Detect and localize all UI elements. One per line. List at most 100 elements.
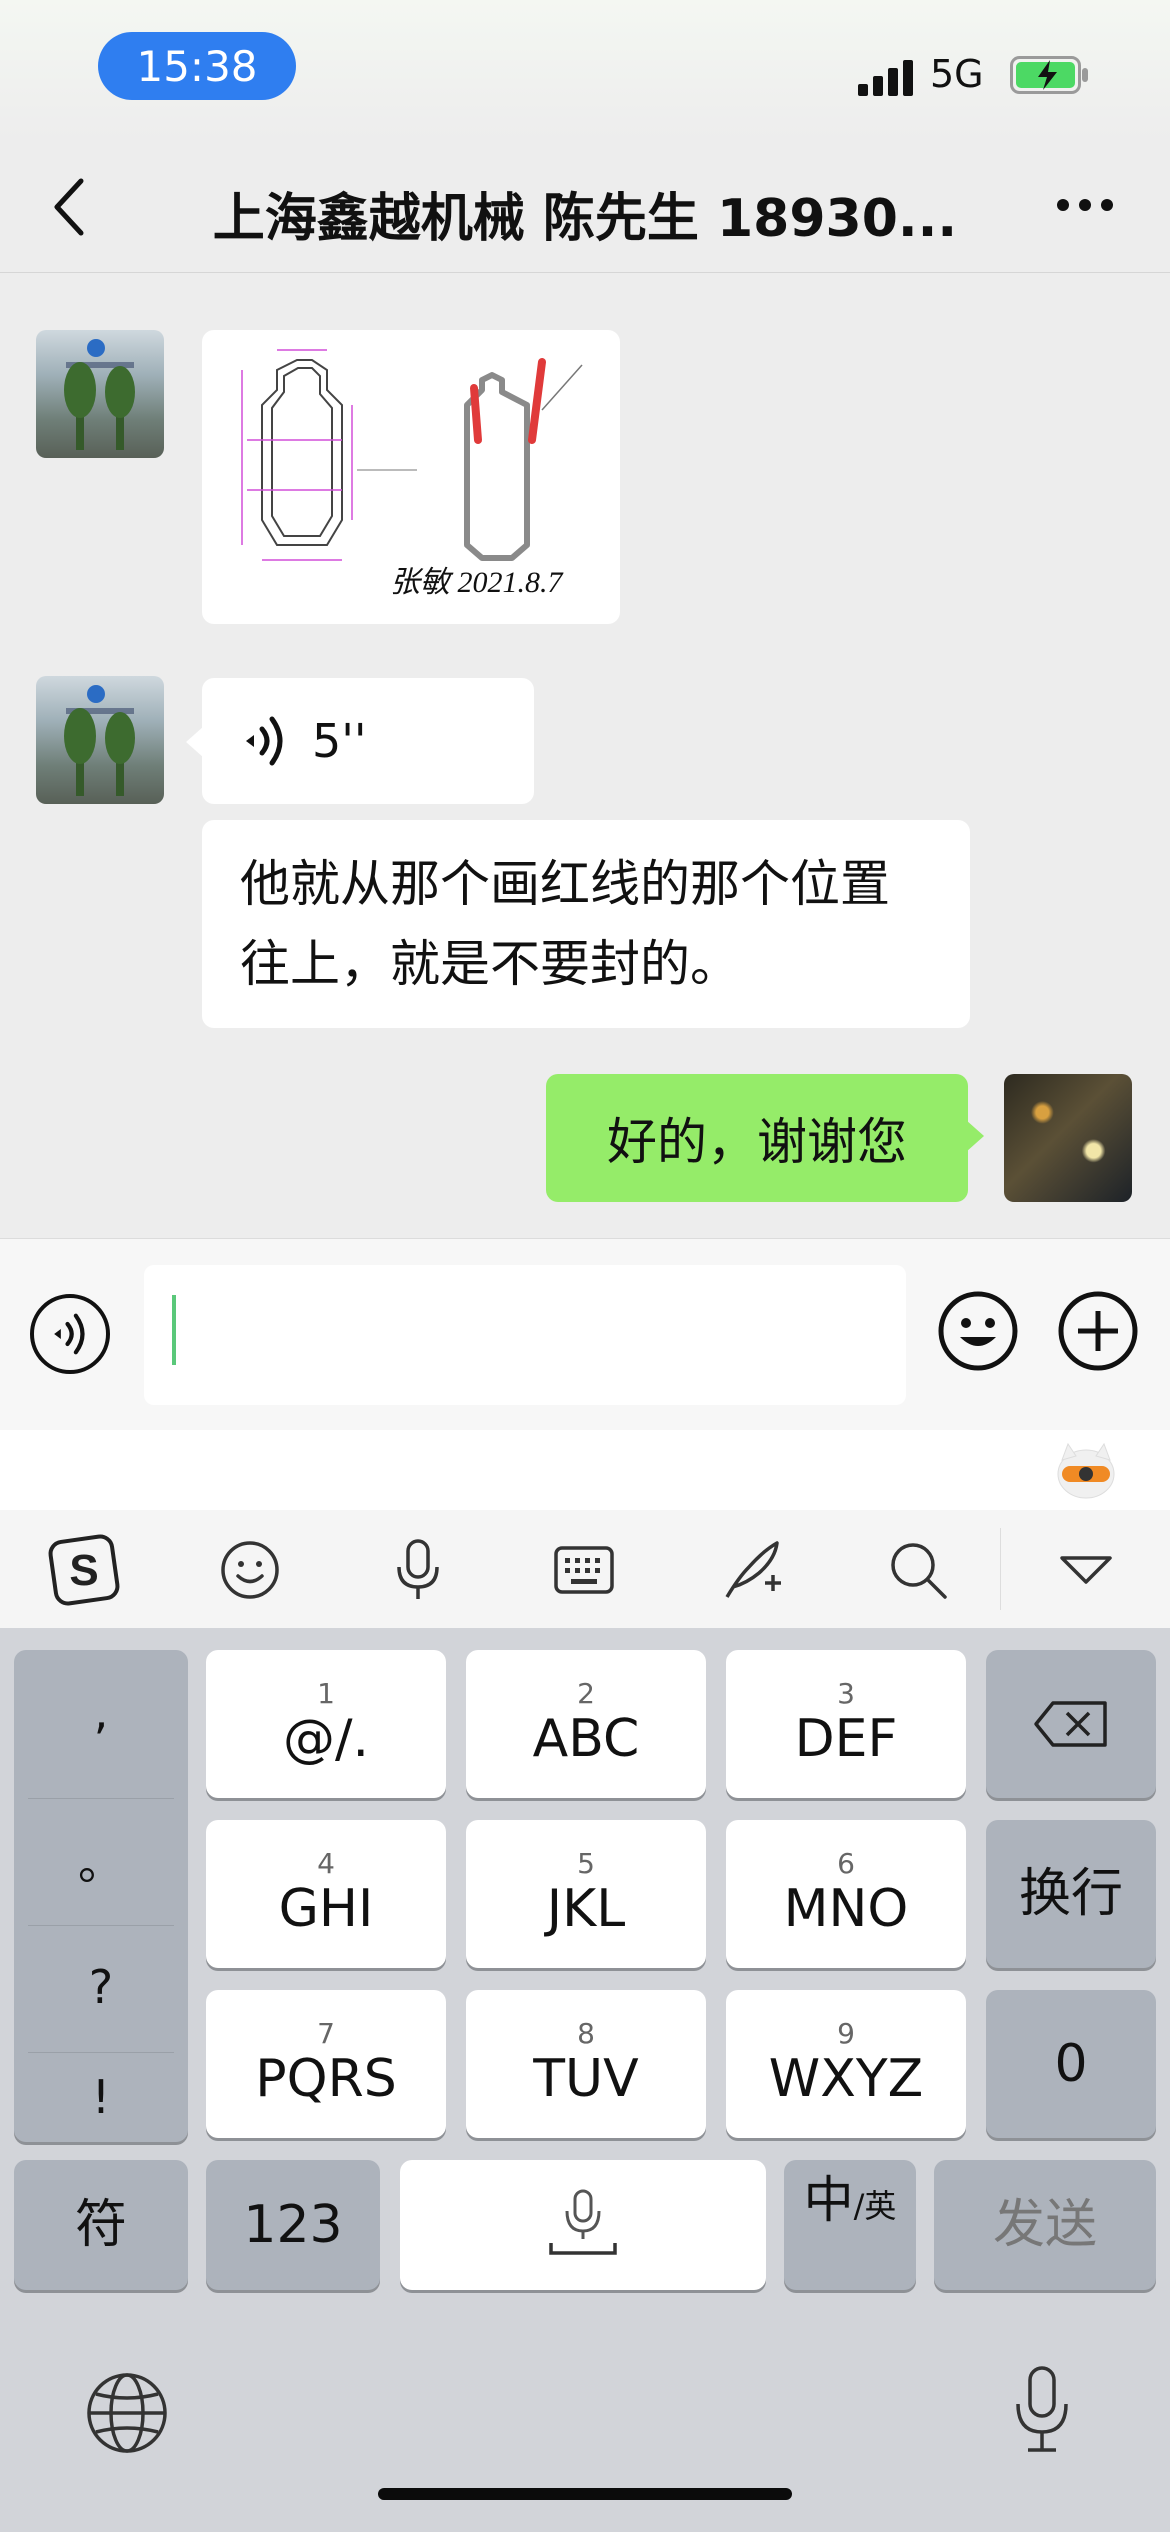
- battery-charging-icon: [1010, 56, 1088, 94]
- key-label: PQRS: [255, 2049, 397, 2109]
- key-9[interactable]: 9 WXYZ: [726, 1990, 966, 2138]
- search-icon: [891, 1543, 947, 1599]
- punct-key[interactable]: ,: [14, 1650, 188, 1773]
- key-label: 换行: [1018, 1864, 1123, 1924]
- symbols-key[interactable]: 符: [14, 2160, 188, 2290]
- language-switch-key[interactable]: 中/英: [784, 2160, 916, 2290]
- key-number: 7: [317, 2017, 335, 2050]
- key-5[interactable]: 5 JKL: [466, 1820, 706, 1968]
- key-number: 9: [837, 2017, 855, 2050]
- input-bar: [0, 1238, 1170, 1431]
- handwriting-button[interactable]: [712, 1532, 792, 1608]
- zero-key[interactable]: 0: [986, 1990, 1156, 2138]
- back-icon: [54, 178, 84, 236]
- key-number: 4: [317, 1847, 335, 1880]
- key-label: GHI: [278, 1879, 374, 1939]
- key-number: 2: [577, 1677, 595, 1710]
- key-number: 1: [317, 1677, 335, 1710]
- svg-text:S: S: [69, 1546, 98, 1595]
- text-message-outgoing[interactable]: 好的，谢谢您: [546, 1074, 968, 1202]
- key-label: WXYZ: [768, 2049, 924, 2109]
- message-input[interactable]: [144, 1265, 906, 1405]
- bubble-tail: [966, 1120, 984, 1152]
- key-label: DEF: [794, 1709, 898, 1769]
- search-button[interactable]: [878, 1532, 958, 1608]
- key-number: 8: [577, 2017, 595, 2050]
- smiley-icon: [221, 1541, 279, 1599]
- voice-input-button[interactable]: [30, 1294, 110, 1374]
- status-time: 15:38: [136, 41, 258, 91]
- key-label: TUV: [533, 2049, 639, 2109]
- key-label: 中: [803, 2171, 854, 2229]
- emoji-icon[interactable]: [936, 1289, 1020, 1373]
- avatar-image: [64, 685, 135, 796]
- more-icon: [1101, 199, 1113, 211]
- more-button[interactable]: [1045, 180, 1125, 230]
- avatar-image: [64, 339, 135, 450]
- newline-key[interactable]: 换行: [986, 1820, 1156, 1968]
- ime-mascot-icon[interactable]: [1054, 1440, 1118, 1500]
- backspace-icon: [1034, 1701, 1107, 1747]
- plus-icon[interactable]: [1056, 1289, 1140, 1373]
- key-8[interactable]: 8 TUV: [466, 1990, 706, 2138]
- key-number: 6: [837, 1847, 855, 1880]
- toolbar-divider: [1000, 1528, 1001, 1610]
- back-button[interactable]: [38, 172, 98, 242]
- voice-wave-icon: [54, 1313, 85, 1355]
- keyboard: , 。 ? ! 1 @/. 2 ABC 3 DEF 4 GHI 5 JKL 6 MNO 换行…: [0, 1628, 1170, 2532]
- technical-drawing-image: 张敏 2021.8.7: [241, 349, 583, 599]
- network-type: 5G: [930, 52, 984, 96]
- my-avatar[interactable]: [1004, 1074, 1132, 1202]
- numbers-key[interactable]: 123: [206, 2160, 380, 2290]
- contact-avatar[interactable]: [36, 330, 164, 458]
- key-label: MNO: [783, 1879, 909, 1939]
- punct-key[interactable]: ?: [14, 1925, 188, 2048]
- dictation-mic-icon[interactable]: [1010, 2364, 1074, 2456]
- status-bar: 15:38 5G: [0, 0, 1170, 140]
- key-label: @/.: [282, 1709, 370, 1769]
- chat-header: 上海鑫越机械 陈先生 18930...: [0, 140, 1170, 273]
- image-annotation: 张敏 2021.8.7: [390, 566, 564, 599]
- punct-key[interactable]: 。: [14, 1798, 188, 1921]
- voice-typing-button[interactable]: [378, 1532, 458, 1608]
- text-message-incoming[interactable]: 他就从那个画红线的那个位置往上，就是不要封的。: [202, 820, 970, 1028]
- collapse-keyboard-button[interactable]: [1046, 1532, 1126, 1608]
- chat-title: 上海鑫越机械 陈先生 18930...: [212, 189, 958, 249]
- key-label: 符: [74, 2195, 127, 2255]
- key-6[interactable]: 6 MNO: [726, 1820, 966, 1968]
- key-2[interactable]: 2 ABC: [466, 1650, 706, 1798]
- text-caret: [172, 1295, 176, 1365]
- handwriting-icon: [725, 1541, 781, 1598]
- microphone-icon: [397, 1539, 439, 1599]
- keyboard-icon: [554, 1546, 614, 1594]
- punct-key[interactable]: !: [14, 2035, 188, 2158]
- more-icon: [1079, 199, 1091, 211]
- voice-duration: 5'': [312, 714, 367, 768]
- globe-icon[interactable]: [84, 2370, 170, 2456]
- backspace-key[interactable]: [986, 1650, 1156, 1798]
- key-label: 0: [1054, 2034, 1088, 2094]
- keyboard-layout-button[interactable]: [544, 1532, 624, 1608]
- contact-avatar[interactable]: [36, 676, 164, 804]
- key-4[interactable]: 4 GHI: [206, 1820, 446, 1968]
- sogou-logo-button[interactable]: S: [44, 1532, 124, 1608]
- emoji-panel-button[interactable]: [210, 1532, 290, 1608]
- key-sublabel: /英: [853, 2187, 897, 2225]
- voice-wave-icon: [246, 716, 283, 766]
- key-7[interactable]: 7 PQRS: [206, 1990, 446, 2138]
- time-pill[interactable]: 15:38: [98, 32, 296, 100]
- space-key[interactable]: [400, 2160, 766, 2290]
- key-number: 5: [577, 1847, 595, 1880]
- voice-message[interactable]: 5'': [202, 678, 534, 804]
- key-3[interactable]: 3 DEF: [726, 1650, 966, 1798]
- image-message[interactable]: 张敏 2021.8.7: [202, 330, 620, 624]
- key-label: JKL: [546, 1879, 626, 1939]
- punctuation-column: , 。 ? !: [14, 1650, 188, 2142]
- key-number: 3: [837, 1677, 855, 1710]
- send-key[interactable]: 发送: [934, 2160, 1156, 2290]
- key-1[interactable]: 1 @/.: [206, 1650, 446, 1798]
- collapse-icon: [1060, 1556, 1112, 1584]
- key-label: 123: [243, 2195, 343, 2255]
- ime-candidate-strip: [0, 1430, 1170, 1511]
- more-icon: [1057, 199, 1069, 211]
